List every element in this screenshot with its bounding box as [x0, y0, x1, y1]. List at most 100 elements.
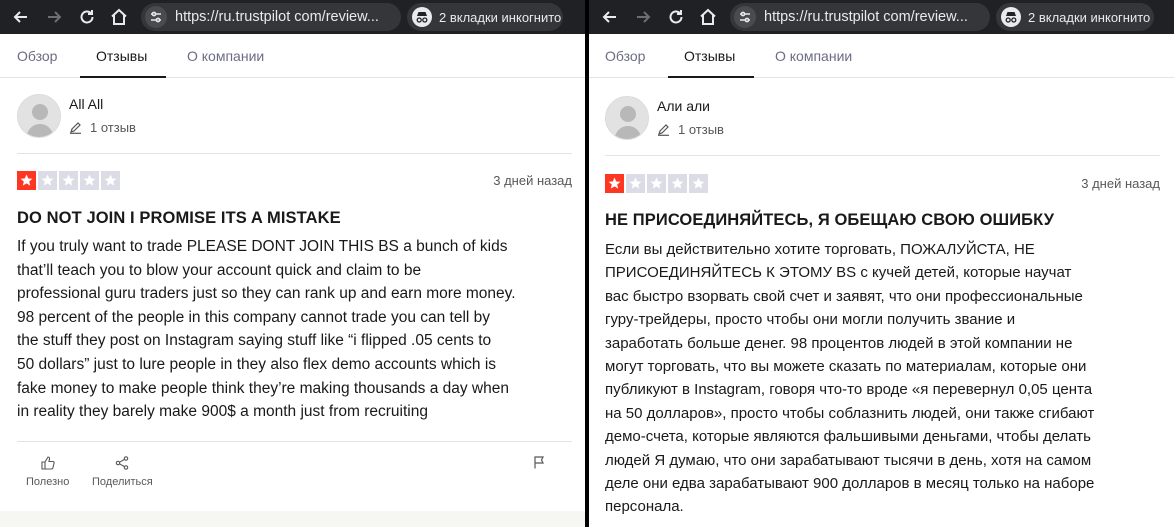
address-bar[interactable]: https://ru.trustpilot com/review... — [141, 3, 401, 31]
user-icon — [606, 97, 648, 139]
incognito-indicator[interactable]: 2 вкладки инкогнито — [996, 3, 1154, 31]
arrow-right-icon — [48, 11, 62, 23]
active-tab-indicator — [80, 76, 166, 78]
pencil-icon — [658, 124, 669, 136]
incognito-indicator[interactable]: 2 вкладки инкогнито — [407, 3, 563, 31]
arrow-left-icon — [13, 11, 27, 23]
review-date: 3 дней назад — [1081, 176, 1160, 191]
star-icon-empty — [38, 171, 57, 190]
pencil-icon — [70, 122, 81, 134]
star-icon-empty — [668, 174, 687, 193]
forward-button[interactable] — [39, 0, 69, 34]
home-button[interactable] — [693, 0, 723, 34]
site-info-icon[interactable] — [734, 6, 756, 28]
tab-overview[interactable]: Обзор — [605, 34, 645, 78]
share-label: Поделиться — [92, 476, 153, 488]
right-browser-window: https://ru.trustpilot com/review... 2 вк… — [589, 0, 1174, 527]
home-button[interactable] — [104, 0, 134, 34]
star-rating — [17, 171, 120, 190]
back-button[interactable] — [6, 0, 36, 34]
review-body-line: fake money to make people think they’re … — [17, 379, 509, 397]
review-body-line: 98 percent of the people in this company… — [17, 308, 491, 326]
star-icon-empty — [647, 174, 666, 193]
tab-reviews[interactable]: Отзывы — [684, 34, 735, 78]
divider — [17, 153, 572, 154]
browser-toolbar: https://ru.trustpilot com/review... 2 вк… — [0, 0, 585, 34]
review-body-line: Если вы действительно хотите торговать, … — [605, 241, 1035, 258]
arrow-left-icon — [602, 11, 616, 23]
star-icon-empty — [101, 171, 120, 190]
home-icon — [700, 8, 716, 25]
left-browser-window: https://ru.trustpilot com/review... 2 вк… — [0, 0, 585, 527]
star-icon-filled — [17, 171, 36, 190]
star-icon-empty — [80, 171, 99, 190]
avatar[interactable] — [605, 96, 649, 140]
next-review-edge — [0, 511, 585, 527]
review-count-text: 1 отзыв — [678, 122, 724, 137]
reviewer-name[interactable]: All All — [69, 96, 103, 112]
flag-icon — [534, 456, 544, 469]
reviewer-review-count: 1 отзыв — [69, 120, 136, 135]
review-body-line: деле они едва зарабатывают 900 долларов … — [605, 475, 1095, 493]
review-body: Если вы действительно хотите торговать, … — [605, 238, 1094, 519]
review-body-line: 50 dollars” just to lure people in they … — [17, 355, 497, 373]
review-body-line: демо-счета, которые являются фальшивыми … — [605, 428, 1091, 446]
review-body-line: in reality they barely make 900$ a month… — [17, 403, 428, 421]
review-body-line: заработать больше денег. 98 процентов лю… — [605, 334, 1073, 352]
review-count-text: 1 отзыв — [90, 120, 136, 135]
incognito-icon — [412, 7, 432, 27]
incognito-icon — [1001, 7, 1021, 27]
avatar[interactable] — [17, 94, 61, 138]
review-body-line: the stuff they post on Instagram saying … — [17, 332, 492, 350]
divider — [17, 441, 572, 442]
forward-button[interactable] — [628, 0, 658, 34]
review-body-line: If you truly want to trade PLEASE DONT J… — [17, 238, 508, 255]
address-bar[interactable]: https://ru.trustpilot com/review... — [730, 3, 990, 31]
reload-icon — [669, 10, 683, 24]
review-title[interactable]: DO NOT JOIN I PROMISE ITS A MISTAKE — [17, 209, 341, 228]
review-body-line: публикуют в Instagram, говоря что-то вро… — [605, 381, 1093, 399]
report-button[interactable] — [533, 456, 546, 474]
reload-icon — [80, 10, 94, 24]
star-icon-filled — [605, 174, 624, 193]
star-icon-empty — [689, 174, 708, 193]
review-body: If you truly want to trade PLEASE DONT J… — [17, 235, 516, 424]
review-body-line: на 50 долларов», просто чтобы соблазнить… — [605, 404, 1095, 422]
site-info-icon[interactable] — [145, 6, 167, 28]
tab-about-company[interactable]: О компании — [187, 34, 264, 78]
active-tab-indicator — [668, 76, 754, 78]
reviewer-review-count: 1 отзыв — [657, 122, 724, 137]
company-tabs: Обзор Отзывы О компании — [0, 34, 585, 78]
browser-toolbar: https://ru.trustpilot com/review... 2 вк… — [589, 0, 1174, 34]
review-body-line: professional guru traders just so they c… — [17, 285, 516, 303]
reload-button[interactable] — [661, 0, 691, 34]
review-body-line: людей Я думаю, что они зарабатывают тыся… — [605, 451, 1092, 469]
home-icon — [111, 8, 127, 25]
tab-about-company[interactable]: О компании — [775, 34, 852, 78]
review-body-line: ПРИСОЕДИНЯЙТЕСЬ К ЭТОМУ BS с кучей детей… — [605, 264, 1072, 282]
url-text: https://ru.trustpilot com/review... — [175, 9, 379, 25]
review-body-line: могут торговать, что вы можете сказать п… — [605, 358, 1087, 376]
divider — [605, 155, 1160, 156]
useful-button[interactable]: Полезно — [26, 456, 69, 488]
company-tabs: Обзор Отзывы О компании — [589, 34, 1174, 78]
share-button[interactable]: Поделиться — [92, 456, 153, 488]
incognito-label: 2 вкладки инкогнито — [439, 9, 562, 25]
review-body-line: персонала. — [605, 498, 684, 516]
user-icon — [18, 95, 60, 137]
back-button[interactable] — [595, 0, 625, 34]
review-body-line: that’ll teach you to blow your account q… — [17, 261, 422, 279]
useful-label: Полезно — [26, 476, 70, 488]
review-title[interactable]: НЕ ПРИСОЕДИНЯЙТЕСЬ, Я ОБЕЩАЮ СВОЮ ОШИБКУ — [605, 211, 1054, 230]
tab-overview[interactable]: Обзор — [17, 34, 57, 78]
url-text: https://ru.trustpilot com/review... — [764, 9, 968, 25]
share-icon — [116, 456, 129, 470]
star-rating — [605, 174, 708, 193]
star-icon-empty — [626, 174, 645, 193]
reviewer-name[interactable]: Али али — [657, 98, 710, 114]
tab-reviews[interactable]: Отзывы — [96, 34, 147, 78]
arrow-right-icon — [637, 11, 651, 23]
reload-button[interactable] — [72, 0, 102, 34]
star-icon-empty — [59, 171, 78, 190]
review-body-line: гуру-трейдеры, просто чтобы они могли по… — [605, 311, 1016, 329]
